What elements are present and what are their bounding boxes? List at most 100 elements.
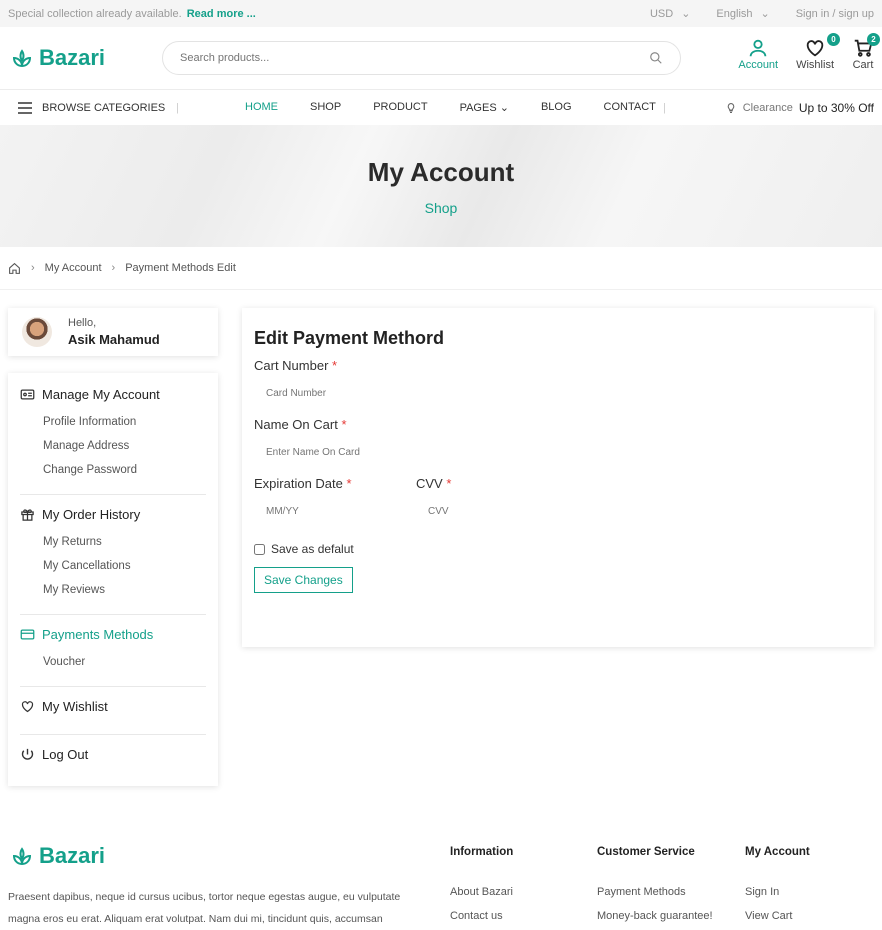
browse-label: BROWSE CATEGORIES <box>42 101 166 114</box>
exp-label-text: Expiration Date <box>254 476 343 491</box>
nav-product[interactable]: PRODUCT <box>373 101 427 114</box>
footer-logo-text: Bazari <box>39 843 106 868</box>
sidebar-group-label: Log Out <box>42 747 89 762</box>
wishlist-badge: 0 <box>827 33 840 46</box>
footer-link-payment-methods[interactable]: Payment Methods <box>597 880 713 904</box>
name-label-text: Name On Cart <box>254 417 338 432</box>
home-icon[interactable] <box>8 262 21 275</box>
footer-link-contact[interactable]: Contact us <box>450 904 513 928</box>
sidebar-manage-address[interactable]: Manage Address <box>20 434 206 458</box>
expiration-date-input[interactable] <box>254 491 358 531</box>
chevron-down-icon: ⌄ <box>760 8 770 20</box>
language-select[interactable]: English ⌄ <box>716 7 770 21</box>
sign-in-link[interactable]: Sign in / sign up <box>796 8 874 20</box>
save-changes-button[interactable]: Save Changes <box>254 567 353 593</box>
hero-subtitle[interactable]: Shop <box>425 200 458 216</box>
save-default-checkbox[interactable] <box>254 543 265 555</box>
account-button[interactable]: Account <box>738 37 778 71</box>
sidebar-voucher[interactable]: Voucher <box>20 650 206 674</box>
read-more-link[interactable]: Read more ... <box>187 8 256 20</box>
profile-card: Hello, Asik Mahamud <box>8 308 218 356</box>
clearance-link[interactable]: Clearance Up to 30% Off <box>725 101 874 115</box>
required-mark: * <box>341 417 347 432</box>
footer-col-title: Customer Service <box>597 846 695 858</box>
heart-icon <box>21 701 34 713</box>
chevron-right-icon: › <box>111 262 116 274</box>
browse-categories-button[interactable]: BROWSE CATEGORIES <box>18 102 165 114</box>
promo: Special collection already available. Re… <box>8 8 256 20</box>
cart-label: Cart <box>852 59 874 71</box>
search-input[interactable] <box>180 52 600 64</box>
footer-col-my-account: My Account Sign In View Cart <box>745 846 810 928</box>
sidebar-log-out[interactable]: Log Out <box>20 747 206 762</box>
chevron-down-icon: ⌄ <box>499 102 509 114</box>
required-mark: * <box>332 358 338 373</box>
sidebar-profile-information[interactable]: Profile Information <box>20 410 206 434</box>
divider: | <box>176 101 179 114</box>
sidebar-my-cancellations[interactable]: My Cancellations <box>20 554 206 578</box>
heart-icon <box>806 40 824 57</box>
language-value: English <box>716 7 753 20</box>
card-number-label: Cart Number * <box>254 358 862 373</box>
wishlist-button[interactable]: 0 Wishlist <box>796 33 840 71</box>
sidebar-manage-account[interactable]: Manage My Account <box>20 387 206 402</box>
save-default-checkbox-row[interactable]: Save as defalut <box>254 542 862 556</box>
sidebar-group-label: My Order History <box>42 507 141 522</box>
nav-home[interactable]: HOME <box>245 101 278 114</box>
footer-col-information: Information About Bazari Contact us <box>450 846 513 928</box>
account-label: Account <box>738 59 779 71</box>
chevron-down-icon: ⌄ <box>681 8 691 20</box>
sidebar-group-label: Payments Methods <box>42 627 154 642</box>
nav-blog[interactable]: BLOG <box>541 101 572 114</box>
sidebar-my-reviews[interactable]: My Reviews <box>20 578 206 602</box>
cvv-label-text: CVV <box>416 476 443 491</box>
breadcrumb-my-account[interactable]: My Account <box>45 262 102 274</box>
sidebar-order-history[interactable]: My Order History <box>20 507 206 522</box>
page-hero: My Account Shop <box>0 125 882 247</box>
account-sidebar: Hello, Asik Mahamud Manage My Account Pr… <box>8 308 218 786</box>
card-number-input[interactable] <box>254 373 814 413</box>
sidebar-change-password[interactable]: Change Password <box>20 458 206 482</box>
required-mark: * <box>446 476 452 491</box>
header: Bazari Account 0 Wishlist 2 Cart <box>0 27 882 89</box>
cart-badge: 2 <box>867 33 880 46</box>
footer-link-about[interactable]: About Bazari <box>450 880 513 904</box>
power-icon <box>21 748 34 760</box>
save-default-label: Save as defalut <box>271 542 354 556</box>
sidebar-payment-methods[interactable]: Payments Methods <box>20 627 206 642</box>
clearance-offer: Up to 30% Off <box>798 100 874 115</box>
name-on-card-input[interactable] <box>254 432 814 472</box>
footer-desc-line: magna eros eu erat. Aliquam erat volutpa… <box>8 913 383 925</box>
clearance-label: Clearance <box>742 101 793 114</box>
sidebar-my-returns[interactable]: My Returns <box>20 530 206 554</box>
edit-payment-form: Edit Payment Methord Cart Number * Name … <box>242 308 874 647</box>
currency-value: USD <box>649 7 674 20</box>
logo[interactable]: Bazari <box>10 45 160 71</box>
name-on-card-label: Name On Cart * <box>254 417 862 432</box>
form-title: Edit Payment Methord <box>254 328 445 348</box>
currency-select[interactable]: USD ⌄ <box>649 7 691 21</box>
chevron-right-icon: › <box>31 262 35 274</box>
cvv-input[interactable] <box>416 491 516 531</box>
required-mark: * <box>346 476 352 491</box>
cart-button[interactable]: 2 Cart <box>852 33 880 71</box>
nav-pages[interactable]: PAGES ⌄ <box>460 101 509 114</box>
leaf-icon <box>12 847 32 866</box>
nav-shop[interactable]: SHOP <box>310 101 341 114</box>
nav-bar: BROWSE CATEGORIES | HOME SHOP PRODUCT PA… <box>0 89 882 125</box>
top-bar: Special collection already available. Re… <box>0 0 882 27</box>
bulb-icon <box>727 102 734 113</box>
search-icon[interactable] <box>649 51 663 65</box>
gift-icon <box>21 509 34 521</box>
footer-link-view-cart[interactable]: View Cart <box>745 904 810 928</box>
footer-col-customer-service: Customer Service Payment Methods Money-b… <box>597 846 713 928</box>
footer-link-sign-in[interactable]: Sign In <box>745 880 810 904</box>
footer-logo[interactable]: Bazari <box>10 843 105 869</box>
search-bar <box>162 41 681 75</box>
nav-contact[interactable]: CONTACT <box>604 101 656 114</box>
cvv-label: CVV * <box>416 476 516 491</box>
footer-col-title: Information <box>450 846 514 858</box>
sidebar-my-wishlist[interactable]: My Wishlist <box>20 699 206 714</box>
logo-text: Bazari <box>39 45 106 70</box>
footer-link-money-back[interactable]: Money-back guarantee! <box>597 904 713 928</box>
